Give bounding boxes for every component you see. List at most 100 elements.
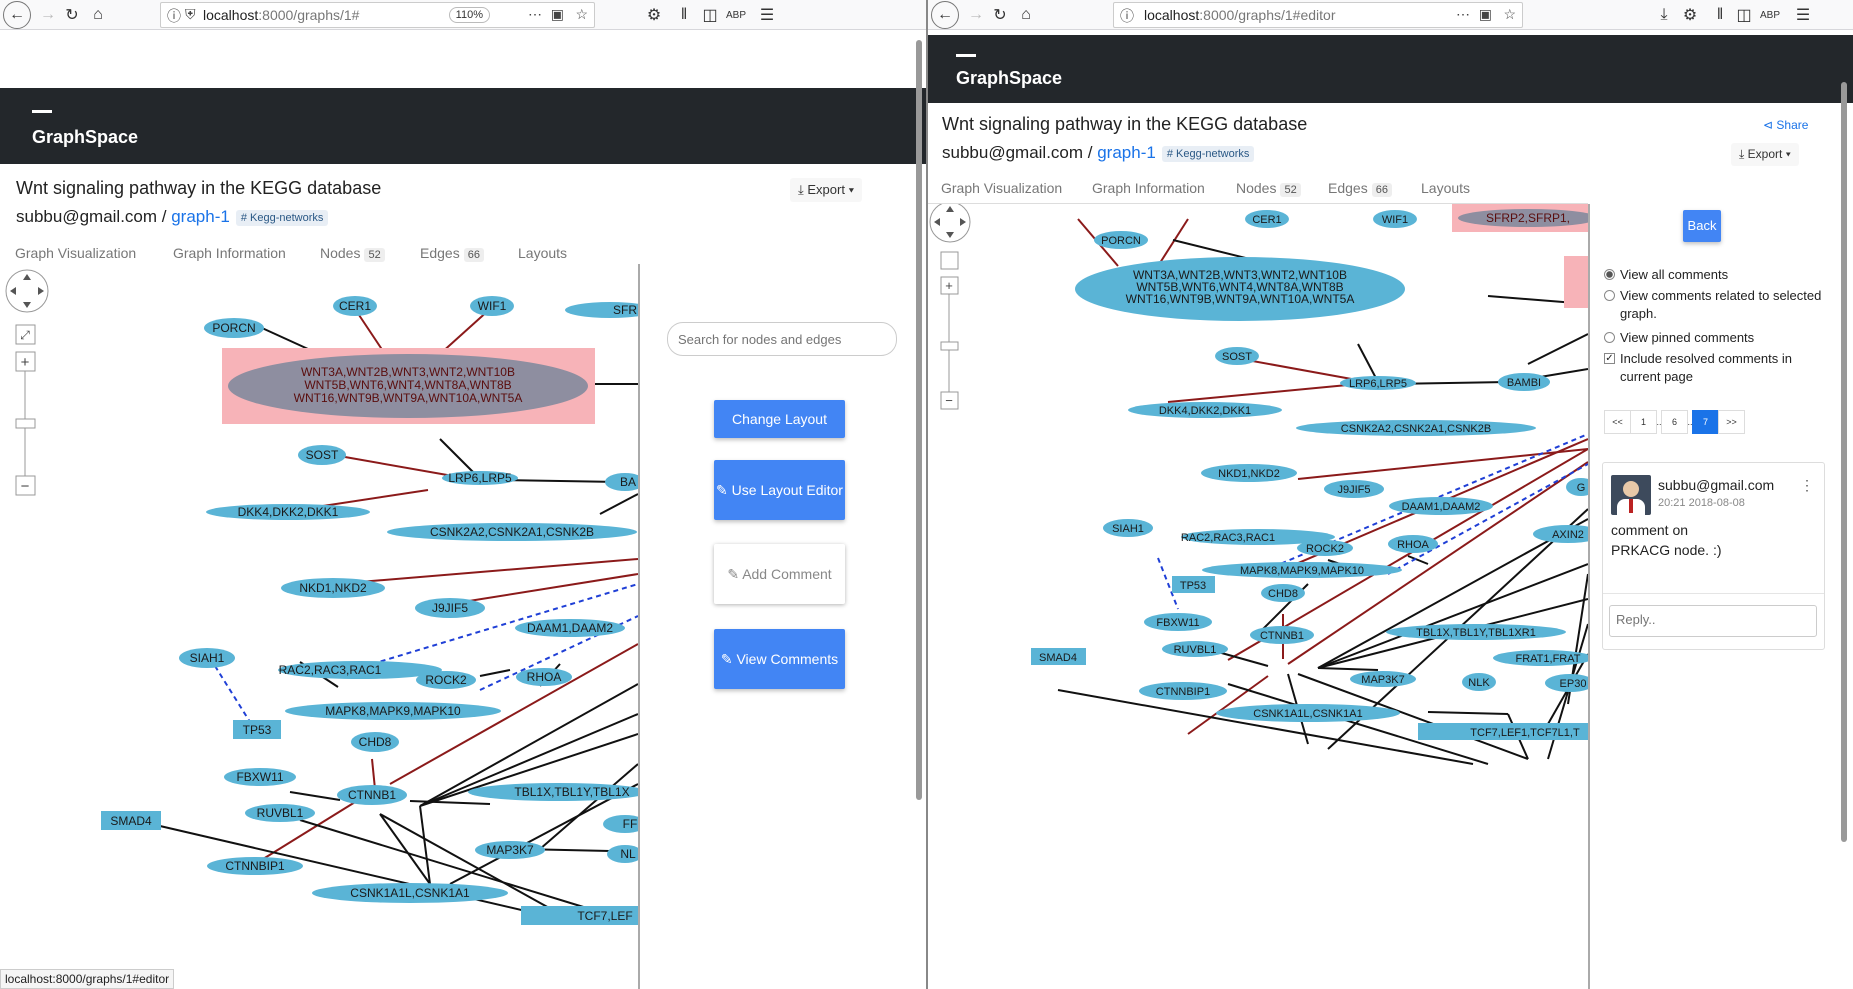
tag-badge[interactable]: # Kegg-networks (1161, 145, 1255, 162)
page-scrollbar[interactable] (916, 40, 924, 800)
radio-all[interactable] (1604, 269, 1615, 280)
menu-icon[interactable]: ☰ (755, 3, 779, 27)
pager-first[interactable]: << (1604, 410, 1631, 434)
sidebar-icon[interactable]: ◫ (1732, 3, 1756, 27)
pocket-icon[interactable]: ▣ (1479, 6, 1492, 23)
label-rock2: ROCK2 (1306, 543, 1344, 555)
sidebar-icon[interactable]: ◫ (698, 3, 722, 27)
forward-icon[interactable]: → (964, 3, 988, 27)
url-bar[interactable]: ⓘ ⛨ localhost :8000/graphs/1# 110% ⋯ ▣ ☆ (160, 2, 595, 28)
filter-pinned-comments[interactable]: View pinned comments (1604, 329, 1824, 347)
graph-network[interactable]: WNT3A,WNT2B,WNT3,WNT2,WNT10B WNT5B,WNT6,… (0, 264, 638, 989)
add-comment-button[interactable]: ✎ Add Comment (714, 544, 845, 604)
fit-view-icon[interactable] (940, 251, 959, 270)
back-icon[interactable]: ← (3, 1, 31, 29)
page-scrollbar[interactable] (1841, 82, 1849, 842)
brand-logo[interactable]: GraphSpace (956, 68, 1062, 89)
graph-name-link[interactable]: graph-1 (1097, 143, 1156, 162)
pager-page-7[interactable]: 7 (1692, 410, 1719, 434)
tab-graph-information[interactable]: Graph Information (1092, 180, 1205, 196)
pager-page-1[interactable]: 1 (1630, 410, 1657, 434)
radio-pinned[interactable] (1604, 332, 1615, 343)
forward-icon[interactable]: → (36, 3, 60, 27)
bookmark-star-icon[interactable]: ☆ (575, 6, 588, 23)
library-icon[interactable]: ‖ (1708, 3, 1732, 27)
editor-sidebar: Change Layout ✎ Use Layout Editor ✎ Add … (638, 264, 926, 989)
tab-graph-information[interactable]: Graph Information (173, 245, 286, 261)
label-ctnnbip1: CTNNBIP1 (225, 859, 285, 873)
reload-icon[interactable]: ↻ (988, 3, 1012, 27)
export-button[interactable]: ⤓ Export ▾ (1731, 143, 1799, 166)
graph-canvas[interactable]: WNT3A,WNT2B,WNT3,WNT2,WNT10B WNT5B,WNT6,… (0, 264, 638, 989)
more-icon[interactable]: ⋯ (1456, 6, 1470, 23)
highlighted-node-box-2[interactable] (1564, 256, 1588, 308)
menu-toggle-icon[interactable] (956, 54, 976, 57)
download-icon[interactable]: ⤓ (1652, 3, 1676, 27)
more-icon[interactable]: ⋯ (528, 6, 542, 23)
filter-resolved-comments[interactable]: ✓ Include resolved comments in current pa… (1604, 350, 1824, 386)
tab-edges[interactable]: Edges 66 (1328, 180, 1392, 197)
pan-control[interactable] (929, 204, 971, 243)
radio-related[interactable] (1604, 290, 1615, 301)
pocket-icon[interactable]: ▣ (551, 6, 564, 23)
tag-badge[interactable]: # Kegg-networks (235, 209, 329, 226)
use-layout-editor-button[interactable]: ✎ Use Layout Editor (714, 460, 845, 520)
search-input[interactable] (667, 322, 897, 356)
graph-network[interactable]: SFRP2,SFRP1, WNT3A,WNT2B,WNT3,WNT2,WNT10… (928, 204, 1588, 989)
reply-input[interactable] (1609, 605, 1817, 637)
filter-related-comments[interactable]: View comments related to selected graph. (1604, 287, 1824, 323)
share-button[interactable]: ⊲ Share (1763, 118, 1808, 132)
menu-icon[interactable]: ☰ (1791, 3, 1815, 27)
tab-nodes-label: Nodes (320, 245, 361, 261)
zoom-level[interactable]: 110% (448, 7, 490, 23)
adblock-icon[interactable]: ABP (1758, 3, 1782, 27)
tab-layouts[interactable]: Layouts (518, 245, 567, 261)
menu-toggle-icon[interactable] (32, 110, 52, 113)
tab-graph-visualization[interactable]: Graph Visualization (15, 245, 136, 261)
view-comments-button[interactable]: ✎ View Comments (714, 629, 845, 689)
back-icon[interactable]: ← (931, 1, 959, 29)
graph-canvas[interactable]: SFRP2,SFRP1, WNT3A,WNT2B,WNT3,WNT2,WNT10… (928, 204, 1588, 989)
export-label: Export (1747, 147, 1783, 161)
reload-icon[interactable]: ↻ (60, 3, 84, 27)
scrollbar-thumb[interactable] (1841, 82, 1847, 842)
checkbox-resolved[interactable]: ✓ (1604, 353, 1615, 364)
home-icon[interactable]: ⌂ (86, 3, 110, 27)
graph-name-link[interactable]: graph-1 (171, 207, 230, 226)
pager-last[interactable]: >> (1718, 410, 1745, 434)
home-icon[interactable]: ⌂ (1014, 3, 1038, 27)
tab-nodes[interactable]: Nodes 52 (320, 245, 385, 262)
graph-title: Wnt signaling pathway in the KEGG databa… (16, 178, 382, 198)
browser-toolbar: ← → ↻ ⌂ ⓘ ⛨ localhost :8000/graphs/1# 11… (0, 0, 926, 30)
adblock-icon[interactable]: ABP (724, 3, 748, 27)
change-layout-button[interactable]: Change Layout (714, 400, 845, 438)
pager-page-6[interactable]: 6 (1661, 410, 1688, 434)
comment-menu-icon[interactable]: ⋮ (1800, 477, 1814, 494)
comments-sidebar: Back View all comments View comments rel… (1588, 204, 1838, 989)
tab-edges[interactable]: Edges 66 (420, 245, 484, 262)
label-tp53: TP53 (243, 723, 272, 737)
zoom-slider-handle[interactable] (15, 418, 36, 429)
label-chd8: CHD8 (1268, 588, 1298, 600)
zoom-in-glyph: + (945, 278, 953, 293)
bookmark-star-icon[interactable]: ☆ (1503, 6, 1516, 23)
url-host: localhost (203, 7, 259, 23)
label-rac: RAC2,RAC3,RAC1 (279, 663, 382, 677)
tab-graph-visualization[interactable]: Graph Visualization (941, 180, 1062, 196)
back-button[interactable]: Back (1683, 210, 1721, 242)
owner-email: subbu@gmail.com (942, 143, 1084, 162)
label-rhoa: RHOA (527, 670, 562, 684)
tab-layouts[interactable]: Layouts (1421, 180, 1470, 196)
zoom-slider-handle[interactable] (940, 341, 959, 351)
url-bar[interactable]: ⓘ localhost :8000/graphs/1#editor ⋯ ▣ ☆ (1113, 2, 1523, 28)
filter-all-comments[interactable]: View all comments (1604, 266, 1824, 284)
export-button[interactable]: ⤓ Export ▾ (790, 178, 863, 202)
extension-gear-icon[interactable]: ⚙ (1678, 3, 1702, 27)
tab-nodes[interactable]: Nodes 52 (1236, 180, 1301, 197)
scrollbar-thumb[interactable] (916, 40, 922, 800)
extension-gear-icon[interactable]: ⚙ (642, 3, 666, 27)
pan-control[interactable] (5, 269, 49, 313)
label-wif1: WIF1 (478, 299, 507, 313)
library-icon[interactable]: ‖ (672, 3, 696, 27)
brand-logo[interactable]: GraphSpace (32, 127, 138, 148)
